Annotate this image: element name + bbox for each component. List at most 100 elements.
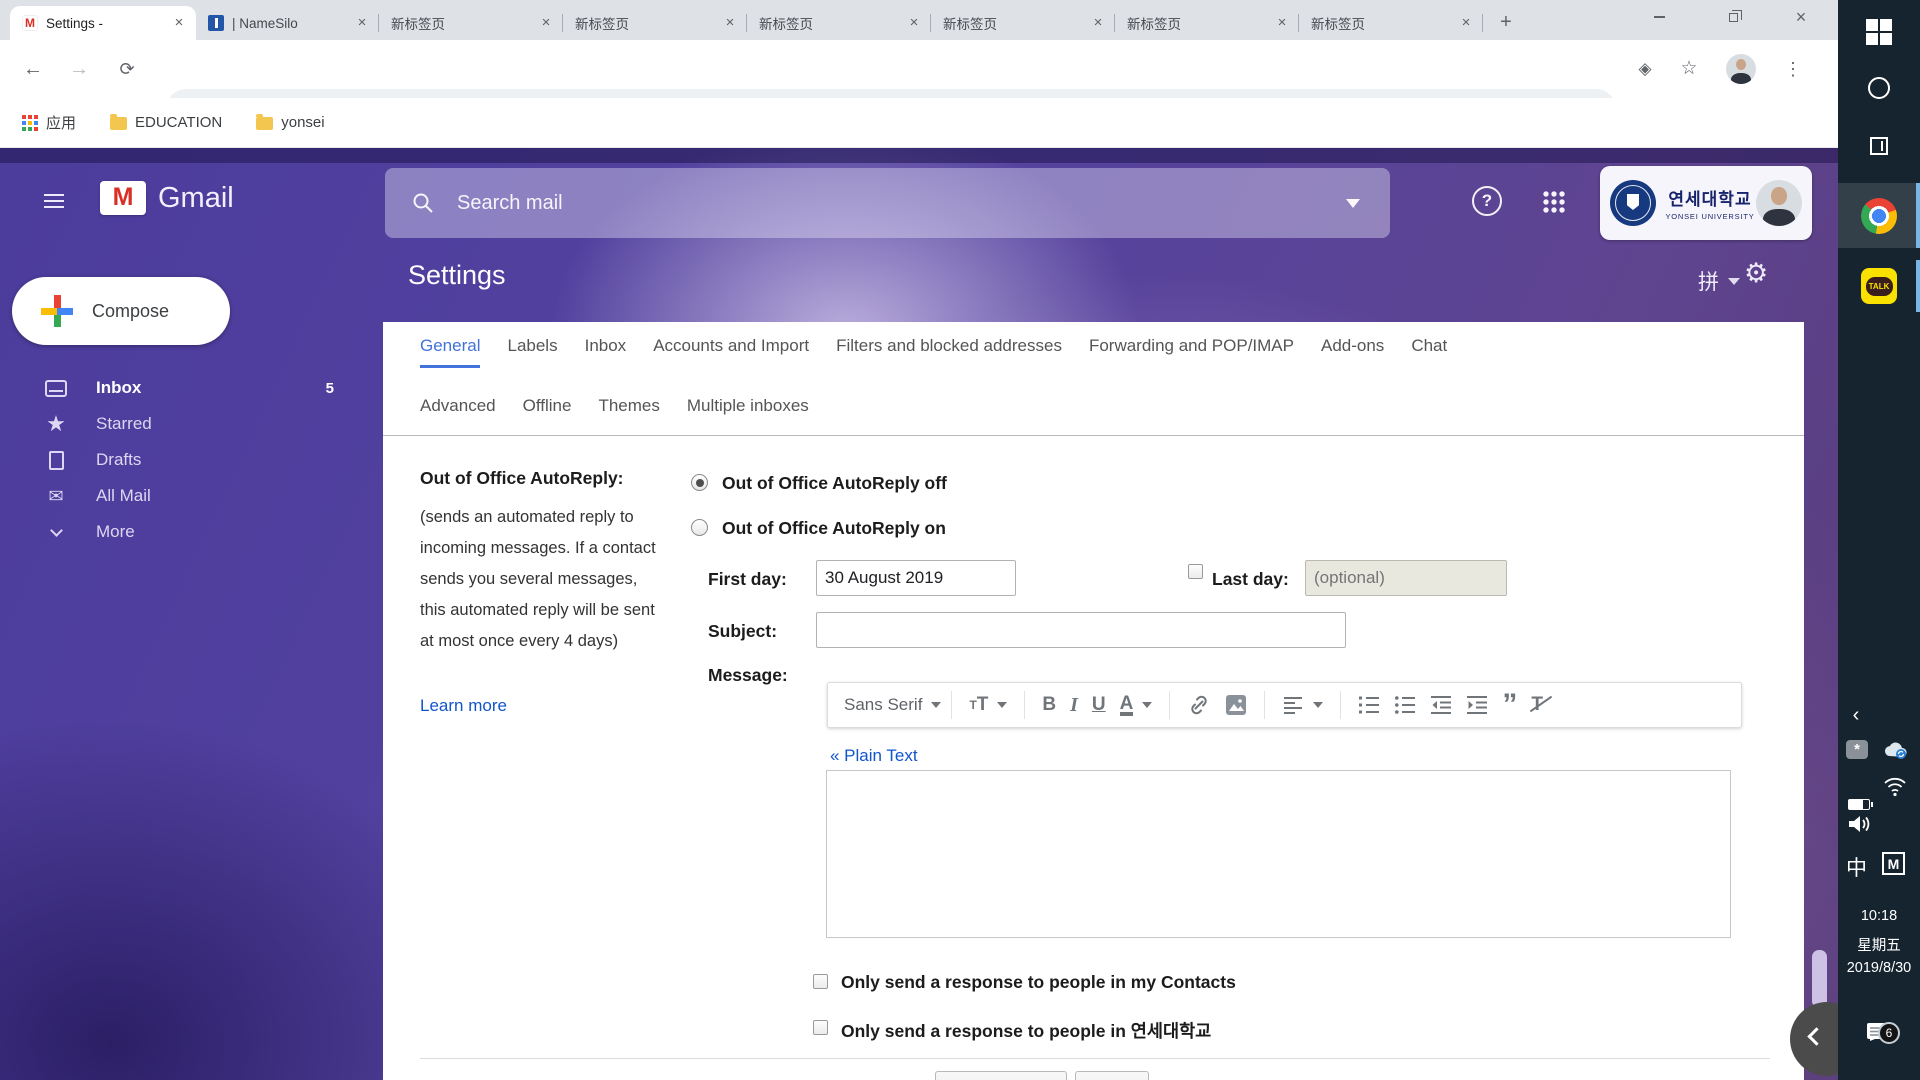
close-tab-icon[interactable]: × [905,14,923,32]
tab-new-tab[interactable]: 新标签页 × [379,6,563,40]
input-method-button[interactable]: 拼 [1698,266,1740,296]
cortana-button[interactable] [1838,66,1920,110]
numbered-list-button[interactable] [1358,694,1380,716]
message-textarea[interactable] [826,770,1731,938]
last-day-input[interactable] [1305,560,1507,596]
gmail-logo-icon[interactable]: M [100,181,146,215]
sidebar-item-all-mail[interactable]: ✉ All Mail [0,478,360,514]
browser-profile-avatar[interactable] [1726,54,1756,84]
text-size-button[interactable]: TT [969,694,1007,716]
tab-offline[interactable]: Offline [523,396,572,425]
ime-language-indicator[interactable]: 中 [1846,852,1867,882]
new-tab-button[interactable]: + [1491,8,1521,38]
taskbar-kakaotalk-button[interactable]: TALK [1838,256,1920,316]
main-menu-icon[interactable] [44,190,64,212]
minimize-button[interactable] [1636,0,1682,34]
quote-button[interactable]: ” [1502,696,1517,714]
close-tab-icon[interactable]: × [170,14,188,32]
indent-less-button[interactable] [1430,694,1452,716]
battery-icon[interactable] [1848,799,1870,810]
account-badge[interactable]: 연세대학교 YONSEI UNIVERSITY [1600,166,1812,240]
insert-link-button[interactable] [1187,693,1211,717]
ime-mode-indicator[interactable]: M [1882,852,1905,875]
learn-more-link[interactable]: Learn more [420,696,507,716]
extension-icon[interactable]: ◈ [1628,52,1662,86]
underline-button[interactable]: U [1092,694,1106,716]
tab-general[interactable]: General [420,336,480,368]
tab-labels[interactable]: Labels [507,336,557,368]
reload-button[interactable]: ⟳ [110,52,144,86]
back-button[interactable]: ← [16,52,50,86]
font-select[interactable]: Sans Serif [844,695,922,715]
italic-button[interactable]: I [1070,694,1078,717]
tab-new-tab[interactable]: 新标签页 × [931,6,1115,40]
close-tab-icon[interactable]: × [1089,14,1107,32]
bookmark-star-icon[interactable]: ☆ [1672,52,1706,86]
tab-new-tab[interactable]: 新标签页 × [747,6,931,40]
sidebar-item-drafts[interactable]: Drafts [0,442,360,478]
scrollbar-thumb[interactable] [1812,950,1827,1008]
apps-shortcut[interactable]: 应用 [22,112,76,133]
tab-filters[interactable]: Filters and blocked addresses [836,336,1062,368]
tab-accounts-and-import[interactable]: Accounts and Import [653,336,809,368]
tab-gmail-settings[interactable]: M Settings - × [10,6,196,40]
tab-advanced[interactable]: Advanced [420,396,496,425]
sidebar-item-more[interactable]: More [0,514,360,550]
settings-gear-icon[interactable]: ⚙ [1744,258,1768,289]
search-bar[interactable]: Search mail [385,168,1390,238]
action-center-button[interactable]: 6 [1838,1006,1920,1060]
org-only-checkbox[interactable] [813,1020,828,1035]
last-day-checkbox[interactable] [1188,564,1203,579]
bookmark-folder-education[interactable]: EDUCATION [110,114,222,131]
indent-more-button[interactable] [1466,694,1488,716]
autoreply-on-radio[interactable] [691,519,708,536]
tab-add-ons[interactable]: Add-ons [1321,336,1384,368]
tab-chat[interactable]: Chat [1411,336,1447,368]
hidden-icons-chevron[interactable]: ‹ [1842,704,1870,728]
close-tab-icon[interactable]: × [721,14,739,32]
insert-image-button[interactable] [1225,694,1247,716]
bullet-list-button[interactable] [1394,694,1416,716]
help-icon[interactable]: ? [1472,186,1502,216]
wifi-icon[interactable] [1882,774,1908,803]
tray-chat-icon[interactable]: * [1846,740,1868,759]
sidebar-item-starred[interactable]: ★ Starred [0,406,360,442]
tab-multiple-inboxes[interactable]: Multiple inboxes [687,396,809,425]
search-options-caret-icon[interactable] [1346,199,1360,208]
tab-new-tab[interactable]: 新标签页 × [1299,6,1483,40]
tab-themes[interactable]: Themes [598,396,659,425]
close-tab-icon[interactable]: × [1273,14,1291,32]
save-changes-button[interactable]: Save Changes [935,1071,1067,1080]
tab-namesilo[interactable]: | NameSilo × [196,6,379,40]
subject-input[interactable] [816,612,1346,648]
sidebar-item-inbox[interactable]: Inbox 5 [0,370,360,406]
forward-button[interactable]: → [62,52,96,86]
taskbar-chrome-button[interactable] [1838,183,1920,248]
account-avatar[interactable] [1756,180,1802,226]
close-tab-icon[interactable]: × [1457,14,1475,32]
start-button[interactable] [1838,10,1920,54]
bold-button[interactable]: B [1042,694,1056,716]
tab-forwarding[interactable]: Forwarding and POP/IMAP [1089,336,1294,368]
close-tab-icon[interactable]: × [537,14,555,32]
remove-formatting-button[interactable]: T [1531,694,1543,716]
align-button[interactable] [1282,694,1323,716]
first-day-input[interactable] [816,560,1016,596]
close-tab-icon[interactable]: × [353,14,371,32]
autoreply-off-radio[interactable] [691,474,708,491]
plain-text-link[interactable]: « Plain Text [830,746,918,766]
compose-button[interactable]: Compose [12,277,230,345]
text-color-button[interactable]: A [1120,695,1153,716]
onedrive-sync-icon[interactable] [1882,740,1908,765]
browser-menu-icon[interactable]: ⋮ [1776,52,1810,86]
volume-icon[interactable] [1846,812,1874,841]
google-apps-icon[interactable] [1542,190,1565,213]
tab-new-tab[interactable]: 新标签页 × [1115,6,1299,40]
cancel-button[interactable]: Cancel [1075,1071,1149,1080]
restore-button[interactable] [1710,0,1756,34]
contacts-only-checkbox[interactable] [813,974,828,989]
tab-new-tab[interactable]: 新标签页 × [563,6,747,40]
tab-inbox[interactable]: Inbox [585,336,627,368]
task-view-button[interactable] [1838,124,1920,168]
close-window-button[interactable]: × [1778,0,1824,34]
